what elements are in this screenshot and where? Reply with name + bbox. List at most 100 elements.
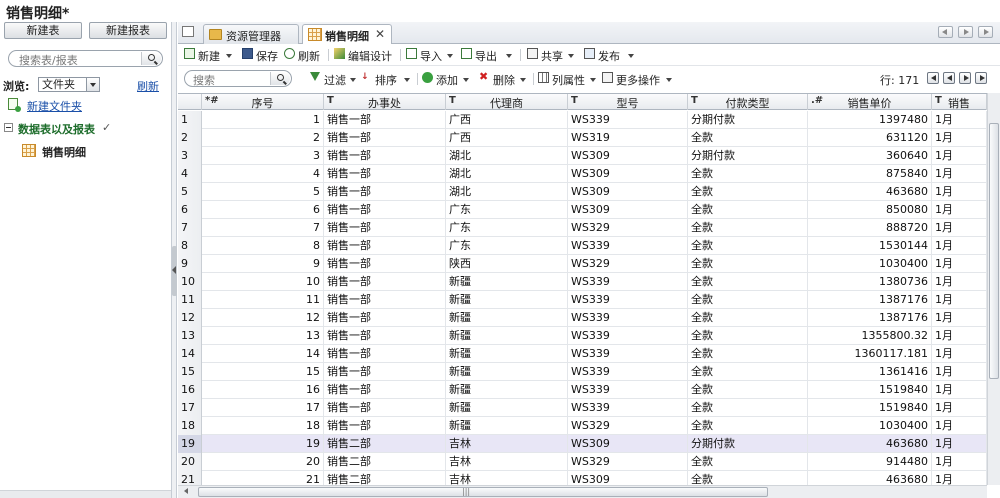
table-cell[interactable]: 吉林 bbox=[446, 471, 568, 485]
table-cell[interactable]: 1月 bbox=[932, 201, 987, 219]
table-cell[interactable]: 销售一部 bbox=[324, 345, 446, 363]
table-cell[interactable]: 吉林 bbox=[446, 435, 568, 453]
table-cell[interactable]: 全款 bbox=[688, 399, 808, 417]
table-cell[interactable]: 15 bbox=[202, 363, 324, 381]
table-cell[interactable]: 新疆 bbox=[446, 273, 568, 291]
table-cell[interactable]: 1月 bbox=[932, 327, 987, 345]
table-cell[interactable]: 销售一部 bbox=[324, 129, 446, 147]
table-cell[interactable]: 销售一部 bbox=[324, 381, 446, 399]
table-cell[interactable]: 1月 bbox=[932, 345, 987, 363]
table-row[interactable]: 7 7 销售一部 广东 WS329 全款 888720 1月 bbox=[178, 219, 987, 237]
table-cell[interactable]: 1530144 bbox=[808, 237, 932, 255]
grid-search-input[interactable]: 搜索 bbox=[184, 70, 292, 87]
first-page-button[interactable] bbox=[927, 72, 939, 84]
table-cell[interactable]: WS339 bbox=[568, 291, 688, 309]
horizontal-scroll-thumb[interactable] bbox=[198, 487, 768, 497]
export-button[interactable]: 导出 bbox=[461, 47, 515, 63]
tab-list-button[interactable] bbox=[978, 26, 993, 38]
tab-scroll-left-button[interactable] bbox=[938, 26, 953, 38]
table-cell[interactable]: 1360117.181 bbox=[808, 345, 932, 363]
table-cell[interactable]: 1519840 bbox=[808, 381, 932, 399]
table-row[interactable]: 17 17 销售一部 新疆 WS339 全款 1519840 1月 bbox=[178, 399, 987, 417]
table-cell[interactable]: 全款 bbox=[688, 327, 808, 345]
row-number-cell[interactable]: 1 bbox=[178, 111, 202, 129]
table-cell[interactable]: WS309 bbox=[568, 201, 688, 219]
table-cell[interactable]: 1519840 bbox=[808, 399, 932, 417]
tree-item-label[interactable]: 销售明细 bbox=[42, 144, 86, 160]
table-row[interactable]: 9 9 销售一部 陕西 WS329 全款 1030400 1月 bbox=[178, 255, 987, 273]
filter-button[interactable]: 过滤 bbox=[310, 71, 356, 87]
table-cell[interactable]: 13 bbox=[202, 327, 324, 345]
delete-button[interactable]: ✖ 删除 bbox=[479, 71, 529, 87]
table-cell[interactable]: 广东 bbox=[446, 237, 568, 255]
table-cell[interactable]: 1月 bbox=[932, 147, 987, 165]
table-cell[interactable]: 2 bbox=[202, 129, 324, 147]
left-horizontal-scrollbar[interactable] bbox=[0, 490, 171, 498]
row-number-cell[interactable]: 3 bbox=[178, 147, 202, 165]
table-cell[interactable]: 全款 bbox=[688, 165, 808, 183]
table-cell[interactable]: 1月 bbox=[932, 219, 987, 237]
table-cell[interactable]: WS309 bbox=[568, 183, 688, 201]
table-cell[interactable]: WS339 bbox=[568, 399, 688, 417]
table-cell[interactable]: WS339 bbox=[568, 273, 688, 291]
table-cell[interactable]: 新疆 bbox=[446, 417, 568, 435]
add-button[interactable]: 添加 bbox=[422, 71, 472, 87]
table-cell[interactable]: 11 bbox=[202, 291, 324, 309]
table-cell[interactable]: 5 bbox=[202, 183, 324, 201]
table-cell[interactable]: 1397480 bbox=[808, 111, 932, 129]
more-ops-button[interactable]: 更多操作 bbox=[602, 71, 672, 87]
table-cell[interactable]: WS339 bbox=[568, 111, 688, 129]
table-cell[interactable]: 850080 bbox=[808, 201, 932, 219]
table-cell[interactable]: 销售二部 bbox=[324, 471, 446, 485]
table-cell[interactable]: 1月 bbox=[932, 453, 987, 471]
table-cell[interactable]: 14 bbox=[202, 345, 324, 363]
row-number-cell[interactable]: 13 bbox=[178, 327, 202, 345]
table-cell[interactable]: 875840 bbox=[808, 165, 932, 183]
tab-scroll-right-button[interactable] bbox=[958, 26, 973, 38]
table-cell[interactable]: 全款 bbox=[688, 129, 808, 147]
share-button[interactable]: 共享 bbox=[527, 47, 577, 63]
table-cell[interactable]: 1月 bbox=[932, 291, 987, 309]
table-row[interactable]: 10 10 销售一部 新疆 WS339 全款 1380736 1月 bbox=[178, 273, 987, 291]
table-cell[interactable]: 全款 bbox=[688, 381, 808, 399]
new-report-button[interactable]: 新建报表 bbox=[89, 22, 167, 39]
table-cell[interactable]: 20 bbox=[202, 453, 324, 471]
table-cell[interactable]: 销售一部 bbox=[324, 363, 446, 381]
column-props-button[interactable]: 列属性 bbox=[538, 71, 596, 87]
table-cell[interactable]: 湖北 bbox=[446, 165, 568, 183]
table-cell[interactable]: WS329 bbox=[568, 255, 688, 273]
table-cell[interactable]: 全款 bbox=[688, 273, 808, 291]
table-cell[interactable]: 全款 bbox=[688, 237, 808, 255]
row-number-cell[interactable]: 14 bbox=[178, 345, 202, 363]
table-cell[interactable]: 360640 bbox=[808, 147, 932, 165]
row-number-cell[interactable]: 6 bbox=[178, 201, 202, 219]
table-cell[interactable]: 湖北 bbox=[446, 183, 568, 201]
table-cell[interactable]: 1月 bbox=[932, 273, 987, 291]
table-cell[interactable]: 销售一部 bbox=[324, 201, 446, 219]
table-cell[interactable]: 1030400 bbox=[808, 255, 932, 273]
row-number-header[interactable] bbox=[178, 94, 202, 110]
table-row[interactable]: 6 6 销售一部 广东 WS309 全款 850080 1月 bbox=[178, 201, 987, 219]
table-cell[interactable]: WS339 bbox=[568, 327, 688, 345]
table-cell[interactable]: 全款 bbox=[688, 201, 808, 219]
table-cell[interactable]: 17 bbox=[202, 399, 324, 417]
table-row[interactable]: 15 15 销售一部 新疆 WS339 全款 1361416 1月 bbox=[178, 363, 987, 381]
table-cell[interactable]: 全款 bbox=[688, 183, 808, 201]
table-cell[interactable]: 销售一部 bbox=[324, 273, 446, 291]
row-number-cell[interactable]: 9 bbox=[178, 255, 202, 273]
row-number-cell[interactable]: 7 bbox=[178, 219, 202, 237]
tab-sales-detail[interactable]: 销售明细 ✕ bbox=[302, 24, 392, 45]
chevron-down-icon[interactable] bbox=[86, 78, 99, 91]
table-cell[interactable]: 7 bbox=[202, 219, 324, 237]
row-number-cell[interactable]: 21 bbox=[178, 471, 202, 485]
table-row[interactable]: 13 13 销售一部 新疆 WS339 全款 1355800.32 1月 bbox=[178, 327, 987, 345]
table-cell[interactable]: 陕西 bbox=[446, 255, 568, 273]
table-cell[interactable]: 19 bbox=[202, 435, 324, 453]
row-number-cell[interactable]: 16 bbox=[178, 381, 202, 399]
table-cell[interactable]: 1月 bbox=[932, 129, 987, 147]
vertical-scroll-thumb[interactable] bbox=[989, 123, 999, 379]
arrow-left-icon[interactable] bbox=[184, 488, 188, 494]
import-button[interactable]: 导入 bbox=[406, 47, 456, 63]
table-cell[interactable]: WS329 bbox=[568, 417, 688, 435]
table-row[interactable]: 16 16 销售一部 新疆 WS339 全款 1519840 1月 bbox=[178, 381, 987, 399]
